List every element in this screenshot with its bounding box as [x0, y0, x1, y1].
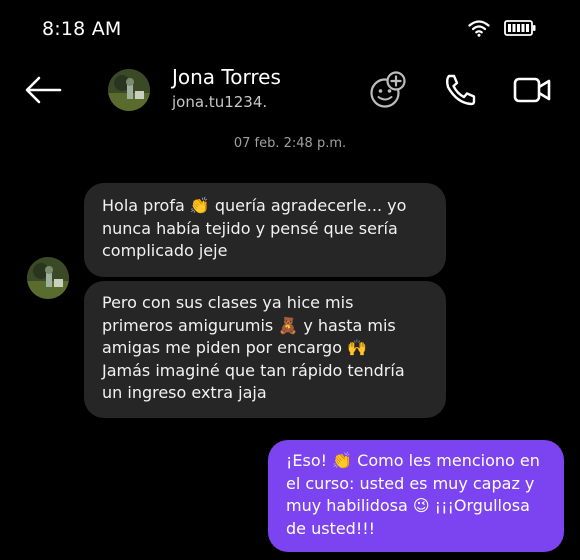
battery-icon	[504, 20, 536, 36]
avatar[interactable]	[108, 69, 150, 111]
add-friend-icon[interactable]	[368, 70, 408, 110]
back-arrow-icon[interactable]	[24, 74, 64, 106]
status-icons	[468, 19, 536, 37]
message-bubble-incoming[interactable]: Pero con sus clases ya hice mis primeros…	[84, 281, 446, 418]
message-line: Pero con sus clases ya hice mis	[102, 293, 354, 312]
status-time: 8:18 AM	[42, 18, 122, 40]
chat-header: Jona Torres jona.tu1234.	[0, 60, 580, 120]
message-line: Hola profa 👏 quería agradecerle... yo	[102, 196, 407, 215]
message-line: el curso: usted es muy capaz y	[286, 473, 535, 493]
message-line: muy habilidosa 😉 ¡¡¡Orgullosa	[286, 496, 530, 515]
message-bubble-outgoing[interactable]: ¡Eso! 👏 Como les menciono en el curso: u…	[268, 440, 564, 552]
sender-avatar[interactable]	[27, 257, 69, 299]
message-line: ¡Eso! 👏 Como les menciono en	[286, 451, 540, 470]
message-line: de usted!!!	[286, 518, 376, 538]
message-bubble-incoming[interactable]: Hola profa 👏 quería agradecerle... yo nu…	[84, 183, 446, 277]
contact-name[interactable]: Jona Torres	[172, 65, 281, 89]
message-timestamp: 07 feb. 2:48 p.m.	[233, 136, 347, 151]
status-bar: 8:18 AM	[0, 0, 580, 60]
avatar-photo	[108, 69, 150, 111]
video-call-icon[interactable]	[512, 70, 552, 110]
message-line: primeros amigurumis 🧸 y hasta mis	[102, 315, 396, 335]
message-line: complicado jeje	[102, 241, 228, 260]
message-line: un ingreso extra jaja	[102, 383, 267, 402]
phone-icon[interactable]	[440, 70, 480, 110]
message-line: nunca había tejido y pensé que sería	[102, 218, 398, 238]
contact-handle: jona.tu1234.	[172, 93, 268, 111]
wifi-icon	[468, 20, 490, 37]
message-line: Jamás imaginé que tan rápido tendría	[102, 360, 405, 380]
message-line: amigas me piden por encargo 🙌	[102, 338, 368, 357]
avatar-photo	[27, 257, 69, 299]
